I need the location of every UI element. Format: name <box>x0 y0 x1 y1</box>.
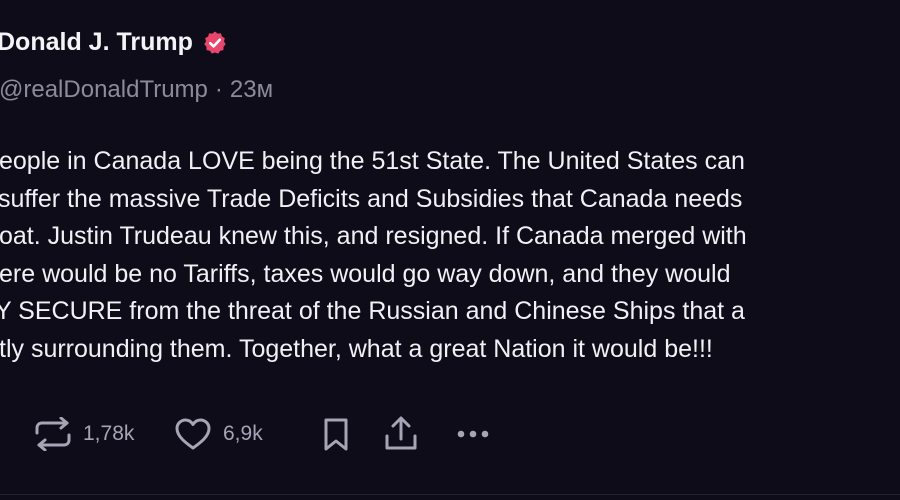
meta-separator: · <box>214 76 223 103</box>
bookmark-icon <box>322 416 350 452</box>
post-body: eople in Canada LOVE being the 51st Stat… <box>0 143 900 369</box>
verified-badge-icon <box>202 30 228 56</box>
post-body-line: suffer the massive Trade Deficits and Su… <box>0 184 743 213</box>
post-actions-bar: 1,78k 6,9k <box>34 414 496 454</box>
post-timestamp[interactable]: 23м <box>230 76 273 104</box>
more-options-button[interactable] <box>456 429 496 439</box>
post-body-line: tly surrounding them. Together, what a g… <box>0 334 713 363</box>
post-body-line: Y SECURE from the threat of the Russian … <box>0 297 745 326</box>
author-handle[interactable]: @realDonaldTrump <box>0 76 208 104</box>
share-button[interactable] <box>384 416 456 452</box>
author-meta: @realDonaldTrump · 23м <box>0 76 273 104</box>
share-icon <box>384 416 418 452</box>
author-display-name[interactable]: Donald J. Trump <box>0 28 193 57</box>
post-card: Donald J. Trump @realDonaldTrump · 23м e… <box>0 0 900 500</box>
post-divider <box>0 494 900 495</box>
repost-count: 1,78k <box>83 422 135 445</box>
post-body-line: ere would be no Tariffs, taxes would go … <box>0 259 731 288</box>
more-icon <box>456 429 490 439</box>
like-button[interactable]: 6,9k <box>174 417 322 451</box>
bookmark-button[interactable] <box>322 416 384 452</box>
like-count: 6,9k <box>223 422 263 445</box>
repost-icon <box>34 417 72 451</box>
repost-button[interactable]: 1,78k <box>34 417 174 451</box>
post-body-line: oat. Justin Trudeau knew this, and resig… <box>0 222 747 251</box>
author-row: Donald J. Trump <box>0 28 228 57</box>
heart-icon <box>174 417 212 451</box>
post-body-line: eople in Canada LOVE being the 51st Stat… <box>0 147 745 175</box>
